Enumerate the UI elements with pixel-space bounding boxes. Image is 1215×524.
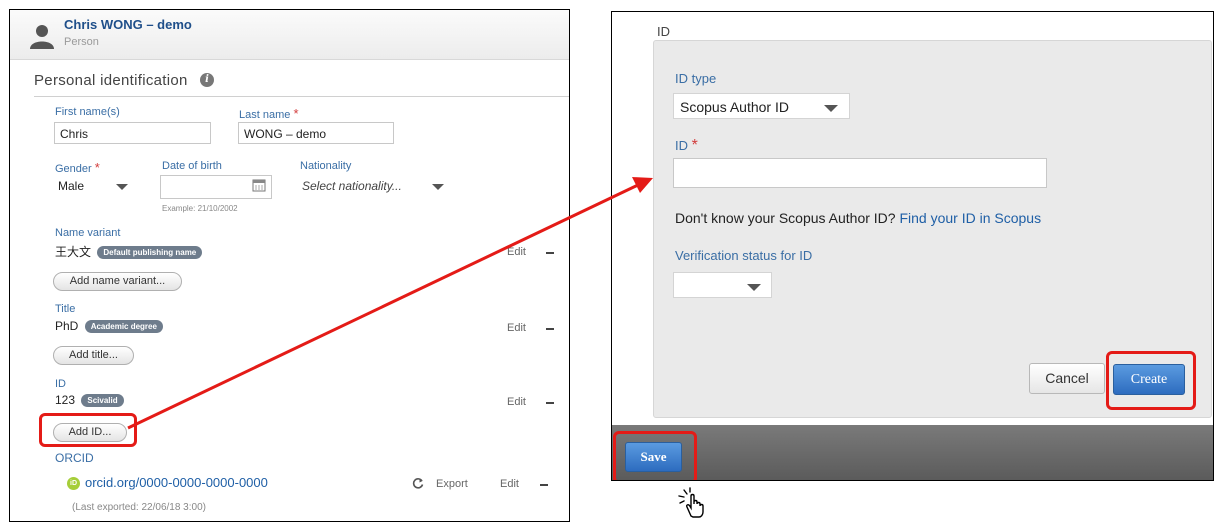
connector-arrow [127,177,653,430]
click-hand-icon [678,487,704,518]
